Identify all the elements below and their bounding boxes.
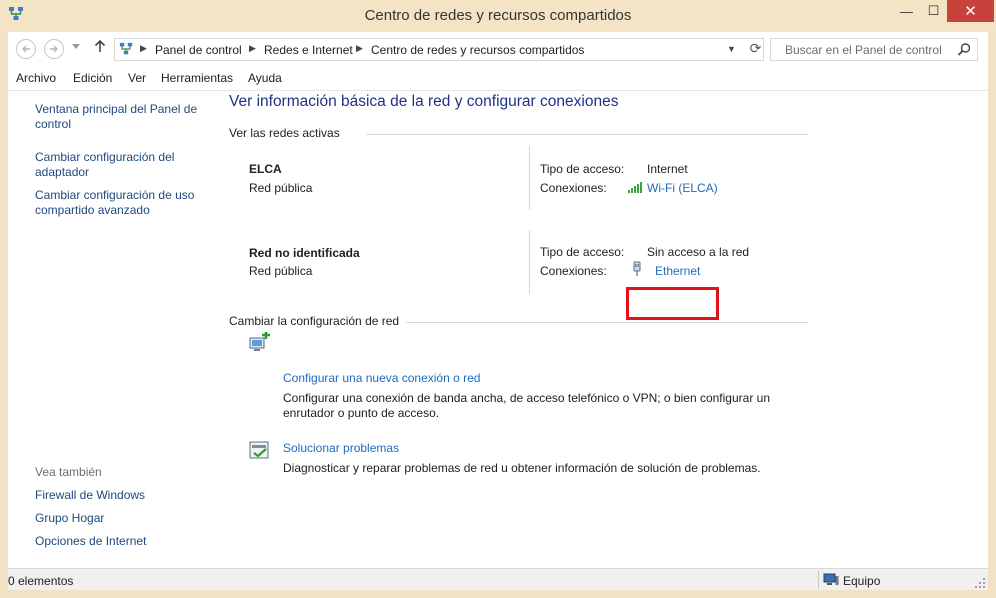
maximize-button[interactable]: ☐ bbox=[920, 0, 947, 22]
menu-edicion[interactable]: Edición bbox=[73, 71, 112, 85]
see-also-title: Vea también bbox=[35, 465, 102, 479]
link-windows-firewall[interactable]: Firewall de Windows bbox=[35, 488, 145, 503]
link-change-adapter-settings[interactable]: Cambiar configuración del adaptador bbox=[35, 150, 185, 180]
link-homegroup[interactable]: Grupo Hogar bbox=[35, 511, 104, 526]
section-title-active-networks: Ver las redes activas bbox=[229, 126, 340, 140]
network-name: ELCA bbox=[249, 162, 282, 176]
status-divider bbox=[818, 571, 819, 589]
link-advanced-sharing-settings[interactable]: Cambiar configuración de uso compartido … bbox=[35, 188, 210, 218]
main-content: Ver información básica de la red y confi… bbox=[220, 91, 988, 568]
refresh-icon[interactable]: ⟳ bbox=[747, 40, 764, 59]
menu-archivo[interactable]: Archivo bbox=[16, 71, 56, 85]
title-bar[interactable]: Centro de redes y recursos compartidos —… bbox=[0, 0, 996, 32]
link-label: Cambiar configuración de uso compartido … bbox=[35, 188, 195, 217]
recent-locations-dropdown[interactable] bbox=[72, 42, 80, 52]
close-button[interactable]: ✕ bbox=[947, 0, 994, 22]
menu-ayuda[interactable]: Ayuda bbox=[248, 71, 282, 85]
menu-herramientas[interactable]: Herramientas bbox=[161, 71, 233, 85]
connections-label: Conexiones: bbox=[540, 264, 607, 278]
breadcrumb-redes-e-internet[interactable]: Redes e Internet bbox=[264, 43, 353, 57]
breadcrumb-separator-icon[interactable]: ▶ bbox=[140, 43, 147, 54]
address-row: ▶ Panel de control ▶ Redes e Internet ▶ … bbox=[8, 32, 988, 66]
status-location: Equipo bbox=[843, 574, 881, 588]
breadcrumb-current[interactable]: Centro de redes y recursos compartidos bbox=[371, 43, 584, 57]
minimize-button[interactable]: — bbox=[893, 0, 920, 22]
address-bar[interactable]: ▶ Panel de control ▶ Redes e Internet ▶ … bbox=[114, 38, 764, 61]
setup-new-connection-description: Configurar una conexión de banda ancha, … bbox=[283, 391, 770, 420]
resize-grip-icon[interactable] bbox=[974, 577, 986, 589]
section-divider bbox=[366, 134, 808, 135]
ethernet-connection-link[interactable]: Ethernet bbox=[655, 264, 700, 278]
search-input[interactable]: Buscar en el Panel de control bbox=[770, 38, 978, 61]
network-center-icon bbox=[119, 42, 133, 55]
access-type-label: Tipo de acceso: bbox=[540, 162, 625, 176]
troubleshoot-icon bbox=[249, 441, 269, 459]
forward-button[interactable] bbox=[44, 39, 64, 59]
window-client: ▶ Panel de control ▶ Redes e Internet ▶ … bbox=[8, 32, 988, 590]
troubleshoot-description: Diagnosticar y reparar problemas de red … bbox=[283, 461, 761, 475]
status-bar: 0 elementos Equipo bbox=[8, 568, 988, 590]
chevron-down-icon[interactable]: ▼ bbox=[727, 44, 736, 54]
connections-label: Conexiones: bbox=[540, 181, 607, 195]
search-placeholder: Buscar en el Panel de control bbox=[785, 43, 942, 57]
arrow-right-icon bbox=[50, 45, 58, 53]
setup-new-connection-link[interactable]: Configurar una nueva conexión o red bbox=[283, 371, 480, 385]
link-control-panel-home[interactable]: Ventana principal del Panel de control bbox=[35, 102, 205, 132]
new-connection-icon bbox=[249, 332, 270, 351]
highlight-box bbox=[626, 287, 719, 320]
access-type-label: Tipo de acceso: bbox=[540, 245, 625, 259]
wifi-connection-link[interactable]: Wi-Fi (ELCA) bbox=[647, 181, 718, 195]
chevron-down-icon bbox=[72, 44, 80, 49]
breadcrumb-panel-de-control[interactable]: Panel de control bbox=[155, 43, 242, 57]
access-type-value: Internet bbox=[647, 162, 688, 176]
network-divider bbox=[529, 230, 530, 294]
page-title: Ver información básica de la red y confi… bbox=[229, 93, 619, 110]
window-title: Centro de redes y recursos compartidos bbox=[364, 7, 632, 24]
link-label: Ventana principal del Panel de control bbox=[35, 102, 198, 131]
computer-icon bbox=[823, 573, 839, 585]
menu-bar: Archivo Edición Ver Herramientas Ayuda bbox=[8, 68, 988, 88]
troubleshoot-link[interactable]: Solucionar problemas bbox=[283, 441, 399, 455]
menu-ver[interactable]: Ver bbox=[128, 71, 146, 85]
left-navigation-pane: Ventana principal del Panel de control C… bbox=[8, 91, 220, 568]
network-category[interactable]: Red pública bbox=[249, 181, 312, 195]
breadcrumb-separator-icon[interactable]: ▶ bbox=[249, 43, 256, 54]
section-title-change-settings: Cambiar la configuración de red bbox=[229, 314, 400, 328]
link-label: Cambiar configuración del adaptador bbox=[35, 150, 175, 179]
status-items-count: 0 elementos bbox=[8, 574, 74, 588]
arrow-up-icon bbox=[94, 39, 106, 52]
network-name: Red no identificada bbox=[249, 246, 360, 260]
ethernet-icon bbox=[633, 261, 641, 276]
arrow-left-icon bbox=[22, 45, 30, 53]
up-button[interactable] bbox=[94, 39, 106, 58]
window-frame: Centro de redes y recursos compartidos —… bbox=[0, 0, 996, 598]
breadcrumb-separator-icon[interactable]: ▶ bbox=[356, 43, 363, 54]
back-button[interactable] bbox=[16, 39, 36, 59]
search-icon[interactable] bbox=[957, 42, 972, 57]
wifi-signal-icon bbox=[628, 182, 642, 193]
link-internet-options[interactable]: Opciones de Internet bbox=[35, 534, 146, 549]
network-divider bbox=[529, 146, 530, 210]
section-divider bbox=[406, 322, 808, 323]
access-type-value: Sin acceso a la red bbox=[647, 245, 750, 259]
network-category[interactable]: Red pública bbox=[249, 264, 312, 278]
